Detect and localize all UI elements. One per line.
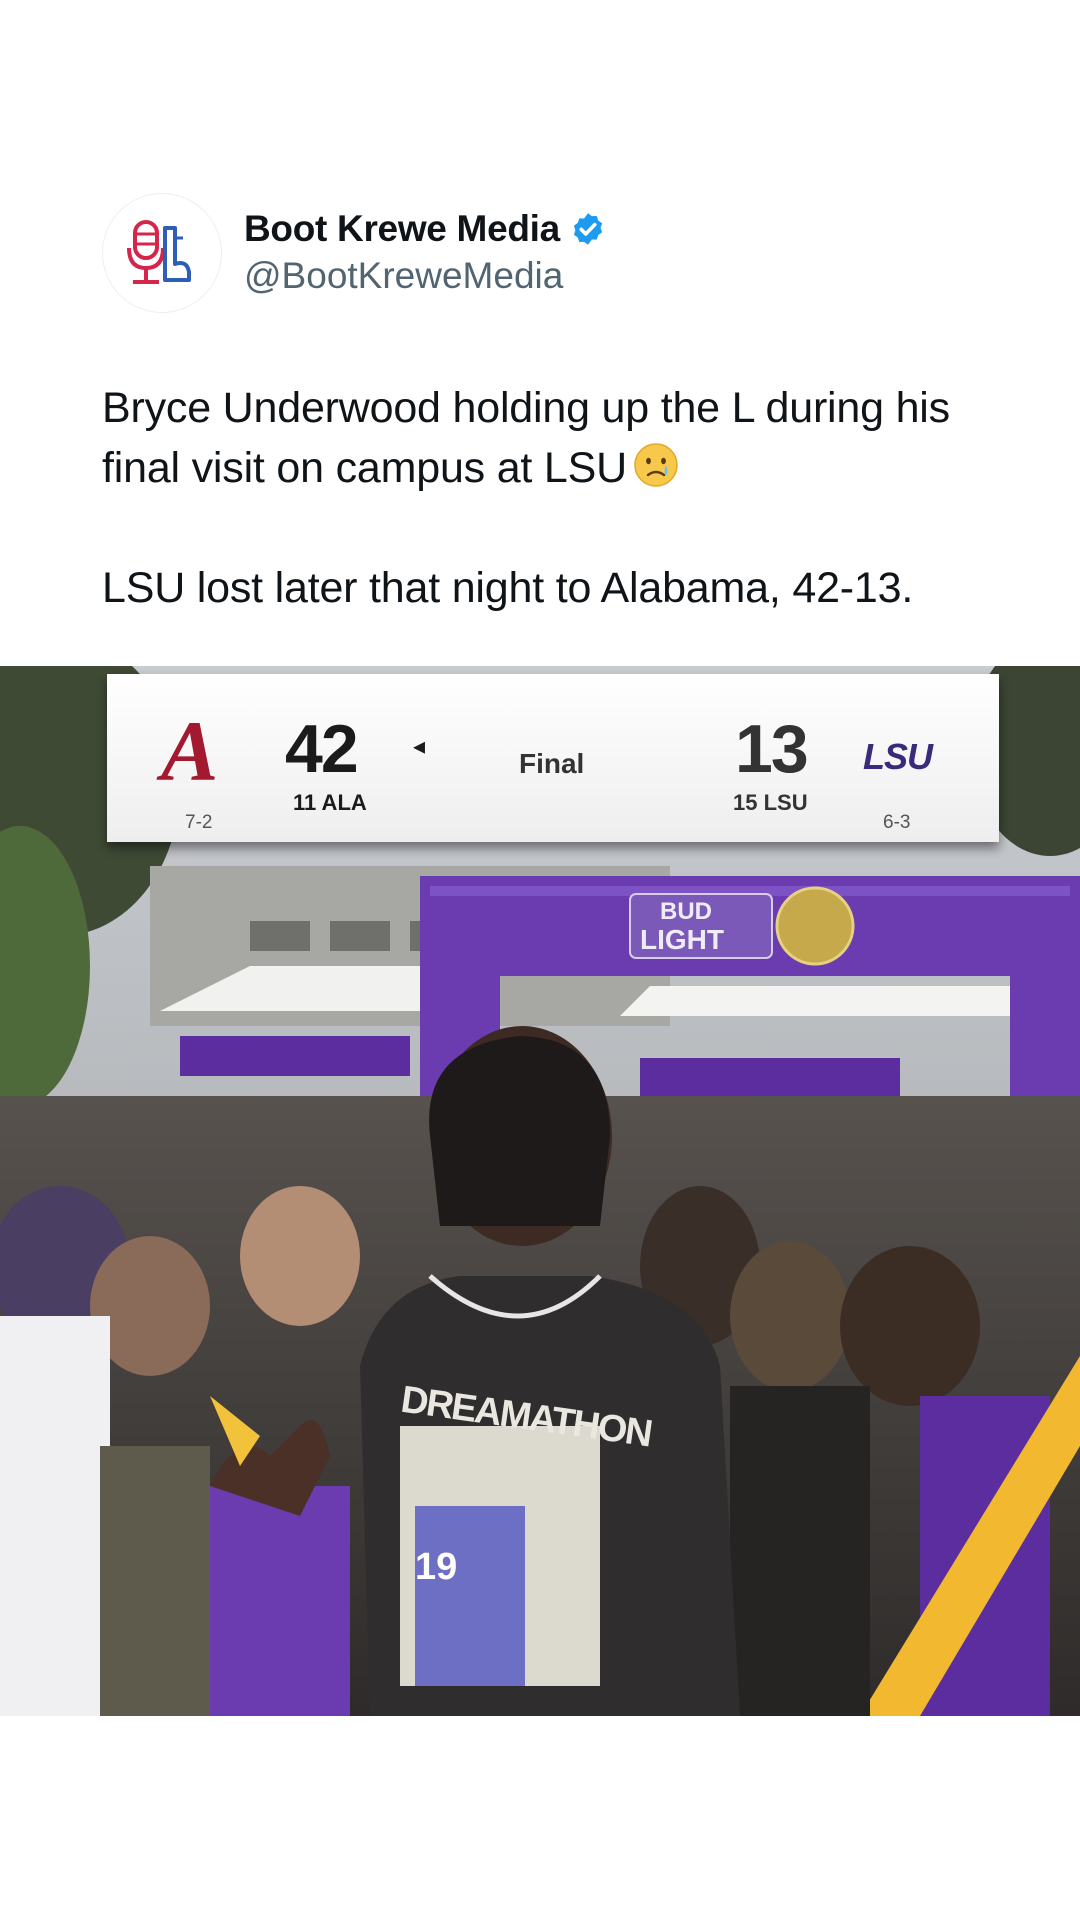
sign-text-bud: BUD	[660, 898, 712, 925]
away-score: 42	[285, 711, 359, 787]
author-handle[interactable]: @BootKreweMedia	[244, 253, 606, 299]
lsu-logo: LSU	[863, 736, 933, 777]
tweet-line-1: Bryce Underwood holding up the L during …	[102, 384, 950, 492]
microphone-logo-icon	[127, 220, 191, 284]
alabama-logo: A	[161, 703, 219, 799]
author-info: Boot Krewe Media @BootKreweMedia	[244, 207, 606, 299]
home-record: 6-3	[883, 812, 911, 833]
author-display-name[interactable]: Boot Krewe Media	[244, 207, 560, 251]
crying-face-emoji-icon	[634, 443, 678, 487]
home-rank-team: 15 LSU	[733, 790, 808, 815]
tweet-text: Bryce Underwood holding up the L during …	[102, 378, 1002, 618]
tweet-header: Boot Krewe Media @BootKreweMedia	[102, 192, 606, 314]
tweet-media-image[interactable]: BUD LIGHT DREAMATHON 19 A 42 ◂ Final 13 …	[0, 666, 1080, 1716]
away-record: 7-2	[185, 812, 213, 833]
possession-indicator-icon: ◂	[413, 733, 426, 760]
game-status: Final	[519, 748, 585, 779]
sign-text-light: LIGHT	[640, 924, 724, 955]
tweet-paragraph-2: LSU lost later that night to Alabama, 42…	[102, 564, 914, 612]
author-avatar[interactable]	[102, 193, 222, 313]
verified-badge-icon	[573, 213, 603, 245]
home-score: 13	[735, 711, 809, 787]
name-row: Boot Krewe Media	[244, 207, 606, 251]
scoreboard-overlay: A 42 ◂ Final 13 LSU 11 ALA 15 LSU 7-2 6-…	[107, 674, 999, 842]
away-rank-team: 11 ALA	[293, 790, 367, 815]
shirt-number: 19	[415, 1546, 458, 1588]
tweet-paragraph-1: Bryce Underwood holding up the L during …	[102, 378, 1002, 498]
